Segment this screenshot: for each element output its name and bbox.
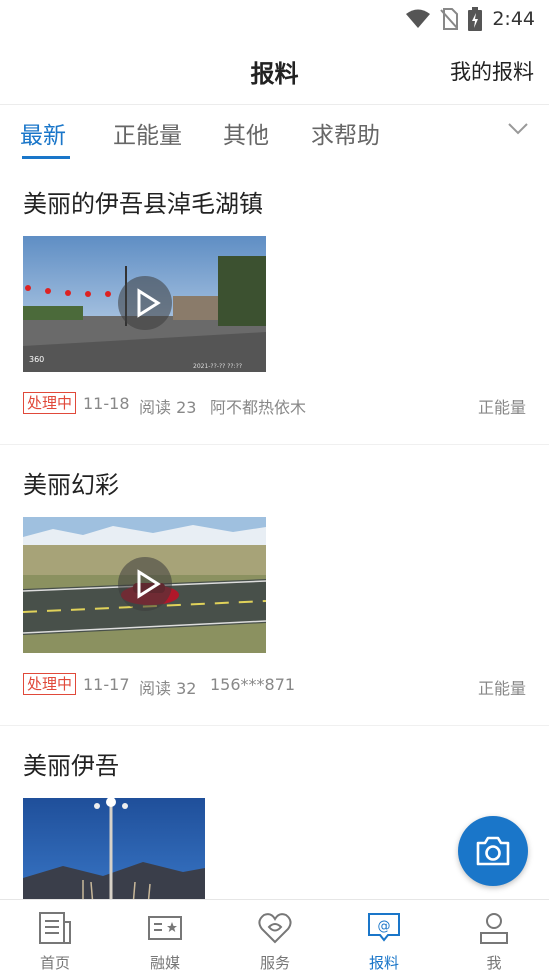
nav-label: 我	[486, 954, 502, 972]
tab-latest[interactable]: 最新	[20, 116, 66, 150]
play-button[interactable]	[118, 557, 172, 611]
news-icon	[39, 912, 71, 944]
my-reports-link[interactable]: 我的报料	[450, 56, 534, 86]
report-meta: 处理中 11-17 阅读 32 156***871 正能量	[23, 673, 526, 698]
report-title: 美丽的伊吾县淖毛湖镇	[23, 190, 263, 218]
report-date: 11-18	[83, 394, 130, 413]
nav-item-home[interactable]: 首页	[0, 900, 110, 977]
play-icon	[137, 288, 161, 318]
status-badge: 处理中	[23, 673, 77, 695]
nav-item-services[interactable]: 服务	[220, 900, 330, 977]
bottom-nav: 首页 融媒 服务 @ 报料 我	[0, 899, 549, 977]
play-icon	[137, 569, 161, 599]
read-count: 阅读 23	[139, 398, 197, 417]
report-title: 美丽幻彩	[23, 471, 119, 499]
battery-icon	[468, 7, 483, 31]
camera-fab[interactable]	[458, 816, 528, 886]
status-bar: 2:44	[0, 0, 549, 38]
read-count: 阅读 32	[139, 679, 197, 698]
heart-icon	[258, 913, 292, 944]
nav-label: 融媒	[149, 954, 180, 972]
report-card[interactable]: 美丽幻彩 处理中 11-17 阅读 32 156***871 正能量	[0, 445, 549, 726]
report-icon: @	[368, 913, 400, 942]
thumb-stamp-left: 360	[29, 355, 44, 364]
no-sim-icon	[440, 8, 459, 30]
camera-icon	[476, 836, 510, 866]
status-icons: 2:44	[406, 6, 535, 32]
report-category: 正能量	[477, 398, 526, 417]
thumb-stamp-right: 2021-??-?? ??:??	[193, 363, 242, 370]
nav-label: 服务	[259, 954, 290, 972]
tab-seek-help[interactable]: 求帮助	[311, 116, 380, 150]
status-time: 2:44	[492, 8, 535, 30]
report-card[interactable]: 美丽的伊吾县淖毛湖镇 360 2021-??-?? ??:?? 处理中 11-1…	[0, 164, 549, 445]
report-category: 正能量	[477, 679, 526, 698]
nav-label: 报料	[368, 954, 399, 972]
nav-label: 首页	[39, 954, 70, 972]
status-badge: 处理中	[23, 392, 77, 414]
report-author: 阿不都热依木	[210, 398, 307, 417]
image-thumbnail[interactable]	[23, 798, 205, 906]
chevron-down-icon[interactable]	[507, 122, 529, 136]
user-icon	[480, 913, 508, 944]
report-title: 美丽伊吾	[23, 752, 119, 780]
svg-text:@: @	[378, 919, 391, 934]
report-card[interactable]: 美丽伊吾	[0, 726, 549, 906]
tab-positive-energy[interactable]: 正能量	[113, 116, 182, 150]
nav-item-media[interactable]: 融媒	[110, 900, 220, 977]
wifi-icon	[406, 9, 431, 28]
tab-other[interactable]: 其他	[223, 116, 269, 150]
play-button[interactable]	[118, 276, 172, 330]
report-meta: 处理中 11-18 阅读 23 阿不都热依木 正能量	[23, 392, 526, 417]
video-thumbnail[interactable]	[23, 517, 266, 653]
video-thumbnail[interactable]: 360 2021-??-?? ??:??	[23, 236, 266, 372]
tab-indicator	[22, 156, 70, 159]
report-author: 156***871	[210, 675, 296, 694]
report-date: 11-17	[83, 675, 130, 694]
category-tabs: 最新 正能量 其他 求帮助	[0, 104, 549, 164]
nav-item-me[interactable]: 我	[439, 900, 549, 977]
app-header: 报料 我的报料	[0, 38, 549, 105]
nav-item-report[interactable]: @ 报料	[329, 900, 439, 977]
media-icon	[148, 916, 182, 940]
report-feed: 美丽的伊吾县淖毛湖镇 360 2021-??-?? ??:?? 处理中 11-1…	[0, 164, 549, 906]
